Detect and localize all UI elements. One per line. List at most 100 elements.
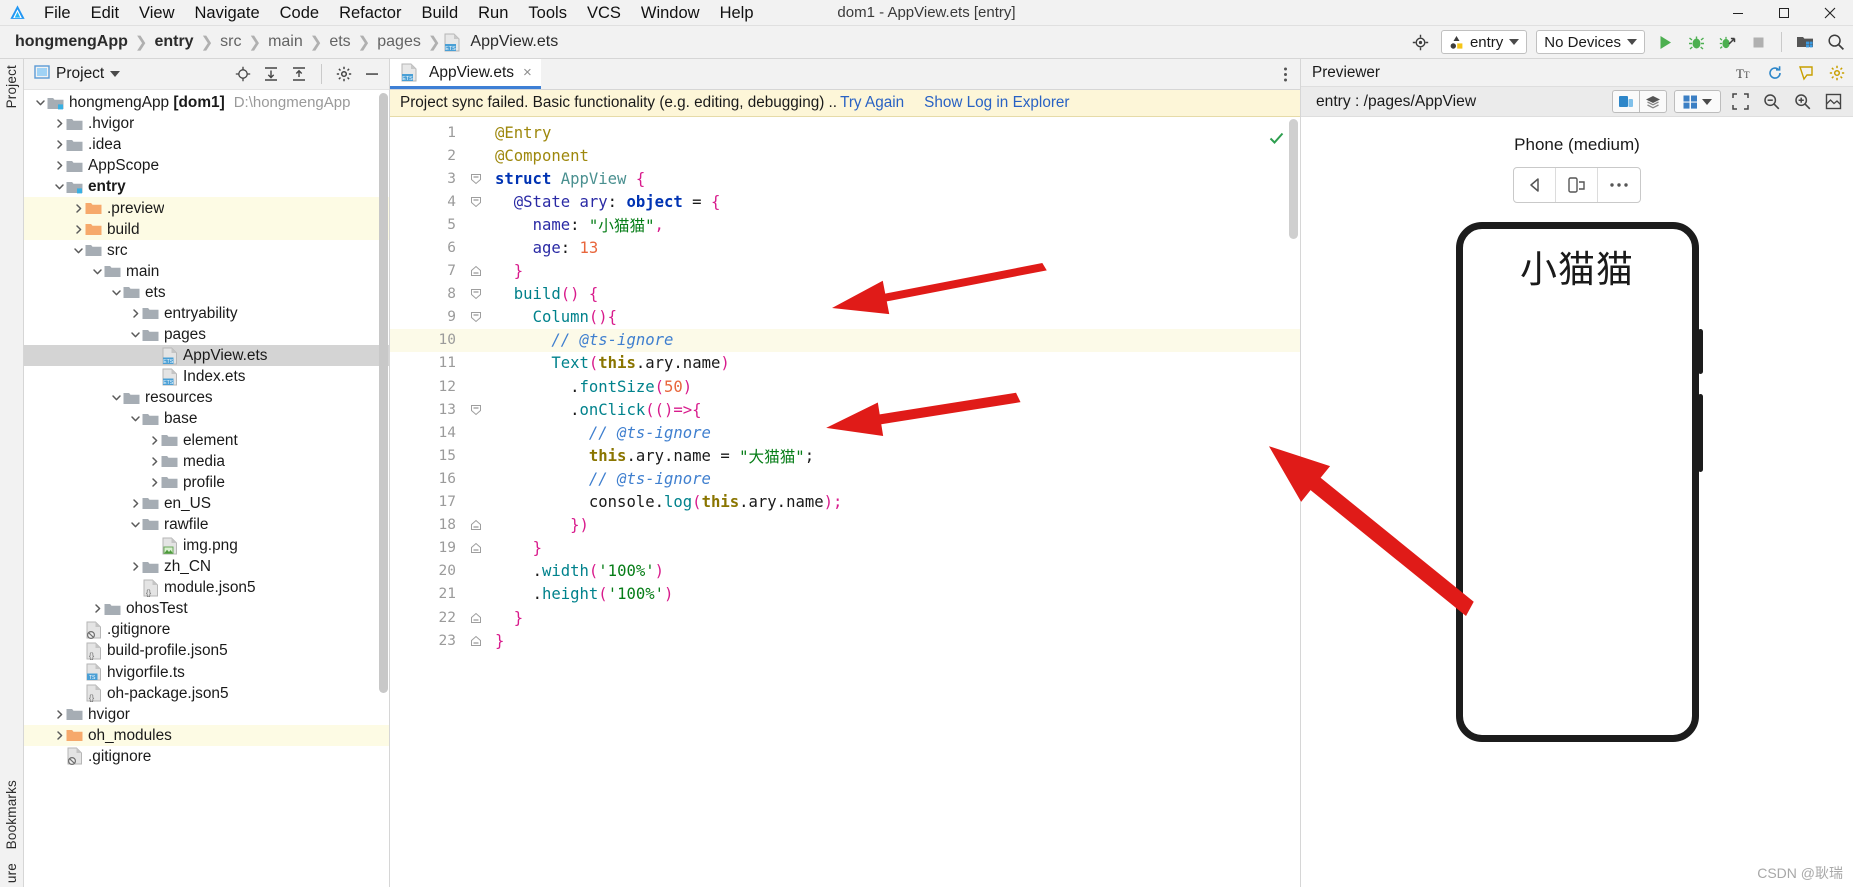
code-line[interactable]: }) xyxy=(487,514,1300,537)
tree-row[interactable]: hvigor xyxy=(24,704,389,725)
layers-icon[interactable] xyxy=(1639,90,1667,113)
code-line[interactable]: build() { xyxy=(487,283,1300,306)
tree-row[interactable]: TS hvigorfile.ts xyxy=(24,662,389,683)
tree-row[interactable]: entryability xyxy=(24,303,389,324)
tree-row[interactable]: zh_CN xyxy=(24,556,389,577)
code-lines[interactable]: @Entry @Component struct AppView { @State … xyxy=(487,117,1300,887)
tree-row[interactable]: .hvigor xyxy=(24,113,389,134)
menu-file[interactable]: File xyxy=(34,1,81,25)
rail-item-project[interactable]: Project xyxy=(4,65,19,108)
code-line[interactable]: Column(){ xyxy=(487,306,1300,329)
close-icon[interactable] xyxy=(1807,0,1853,26)
more-icon[interactable] xyxy=(1598,168,1640,202)
tree-row[interactable]: entry xyxy=(24,176,389,197)
tree-row[interactable]: {} build-profile.json5 xyxy=(24,640,389,661)
tree-row[interactable]: en_US xyxy=(24,493,389,514)
code-line[interactable]: . width('100%') xyxy=(487,560,1300,583)
chevron-right-icon[interactable] xyxy=(129,307,142,320)
menu-navigate[interactable]: Navigate xyxy=(185,1,270,25)
tree-row[interactable]: {} module.json5 xyxy=(24,577,389,598)
tree-row[interactable]: base xyxy=(24,408,389,429)
locate-icon[interactable] xyxy=(234,65,252,83)
code-line[interactable]: . onClick (()=>{ xyxy=(487,398,1300,421)
tree-row[interactable]: ohosTest xyxy=(24,598,389,619)
gear-icon[interactable] xyxy=(335,65,353,83)
menu-vcs[interactable]: VCS xyxy=(577,1,631,25)
fold-toggle-icon[interactable] xyxy=(465,606,487,629)
chevron-right-icon[interactable] xyxy=(53,117,66,130)
back-icon[interactable] xyxy=(1514,168,1556,202)
code-line[interactable]: // @ts-ignore xyxy=(487,421,1300,444)
code-line[interactable]: name: "小猫猫", xyxy=(487,213,1300,236)
minimize-icon[interactable] xyxy=(1715,0,1761,26)
code-line[interactable]: console. log(this .ary.name); xyxy=(487,491,1300,514)
tree-row[interactable]: rawfile xyxy=(24,514,389,535)
screenshot-icon[interactable] xyxy=(1821,90,1845,113)
chevron-down-icon[interactable] xyxy=(110,71,121,77)
menu-tools[interactable]: Tools xyxy=(518,1,577,25)
rail-item-structure[interactable]: ure xyxy=(4,863,19,883)
tree-row[interactable]: src xyxy=(24,240,389,261)
code-line[interactable]: @Component xyxy=(487,144,1300,167)
run-configuration-selector[interactable]: entry xyxy=(1440,30,1528,54)
fold-toggle-icon[interactable] xyxy=(465,283,487,306)
chevron-right-icon[interactable] xyxy=(53,159,66,172)
tree-row[interactable]: .preview xyxy=(24,197,389,219)
tree-row[interactable]: ETS AppView.ets xyxy=(24,345,389,367)
tree-row[interactable]: .gitignore xyxy=(24,619,389,640)
tree-row[interactable]: profile xyxy=(24,472,389,493)
breadcrumb-item-1[interactable]: entry xyxy=(151,33,196,51)
show-log-link[interactable]: Show Log in Explorer xyxy=(924,94,1069,112)
chevron-right-icon[interactable] xyxy=(72,223,85,236)
code-line[interactable]: age: 13 xyxy=(487,236,1300,259)
refresh-icon[interactable] xyxy=(1766,64,1784,82)
chevron-right-icon[interactable] xyxy=(72,202,85,215)
chevron-right-icon[interactable] xyxy=(148,455,161,468)
chevron-down-icon[interactable] xyxy=(53,180,66,193)
tree-row[interactable]: element xyxy=(24,430,389,451)
try-again-link[interactable]: Try Again xyxy=(840,94,904,112)
code-line[interactable]: // @ts-ignore xyxy=(487,467,1300,490)
tree-row[interactable]: oh_modules xyxy=(24,724,389,746)
code-line[interactable]: @Entry xyxy=(487,121,1300,144)
chevron-down-icon[interactable] xyxy=(129,412,142,425)
menu-code[interactable]: Code xyxy=(270,1,329,25)
code-line[interactable]: Text(this .ary .name) xyxy=(487,352,1300,375)
menu-edit[interactable]: Edit xyxy=(81,1,129,25)
breadcrumb-item-4[interactable]: ets xyxy=(326,33,353,51)
tree-row[interactable]: media xyxy=(24,451,389,472)
code-line[interactable]: // @ts-ignore xyxy=(487,328,1300,352)
target-icon[interactable] xyxy=(1410,31,1432,53)
fold-toggle-icon[interactable] xyxy=(465,629,487,652)
chevron-down-icon[interactable] xyxy=(129,328,142,341)
fold-toggle-icon[interactable] xyxy=(465,306,487,329)
code-line[interactable]: } xyxy=(487,260,1300,283)
code-line[interactable]: this .ary.name = "大猫猫"; xyxy=(487,444,1300,467)
tree-row[interactable]: {} oh-package.json5 xyxy=(24,683,389,704)
tree-row[interactable]: AppScope xyxy=(24,155,389,176)
expand-all-icon[interactable] xyxy=(262,65,280,83)
chevron-right-icon[interactable] xyxy=(148,434,161,447)
preview-screen-text[interactable]: 小猫猫 xyxy=(1463,239,1692,293)
tree-row[interactable]: .idea xyxy=(24,134,389,155)
code-line[interactable]: . fontSize(50) xyxy=(487,375,1300,398)
breadcrumb-item-6[interactable]: AppView.ets xyxy=(467,33,561,51)
code-line[interactable]: . height('100%') xyxy=(487,583,1300,606)
chevron-right-icon[interactable] xyxy=(53,729,66,742)
chevron-down-icon[interactable] xyxy=(72,244,85,257)
tree-row[interactable]: main xyxy=(24,261,389,282)
breadcrumb-item-0[interactable]: hongmengApp xyxy=(12,33,131,51)
menu-refactor[interactable]: Refactor xyxy=(329,1,411,25)
tree-row[interactable]: hongmengApp [dom1] D:\hongmengApp xyxy=(24,92,389,113)
rotate-icon[interactable] xyxy=(1556,168,1598,202)
code-editor[interactable]: 1 2 3 4 5 6 7 8 9 10 11 12 13 14 15 16 17 18 19 20 21 22 23 @E… xyxy=(390,117,1300,887)
fold-toggle-icon[interactable] xyxy=(465,514,487,537)
stop-icon[interactable] xyxy=(1747,31,1769,53)
run-icon[interactable] xyxy=(1654,31,1676,53)
zoom-in-icon[interactable] xyxy=(1790,90,1814,113)
collapse-all-icon[interactable] xyxy=(290,65,308,83)
tree-row[interactable]: img.png xyxy=(24,535,389,556)
tab-appview-ets[interactable]: ETS AppView.ets × xyxy=(390,59,541,89)
project-tree[interactable]: hongmengApp [dom1] D:\hongmengApp .hvigor.… xyxy=(24,90,389,887)
breadcrumb-item-3[interactable]: main xyxy=(265,33,306,51)
